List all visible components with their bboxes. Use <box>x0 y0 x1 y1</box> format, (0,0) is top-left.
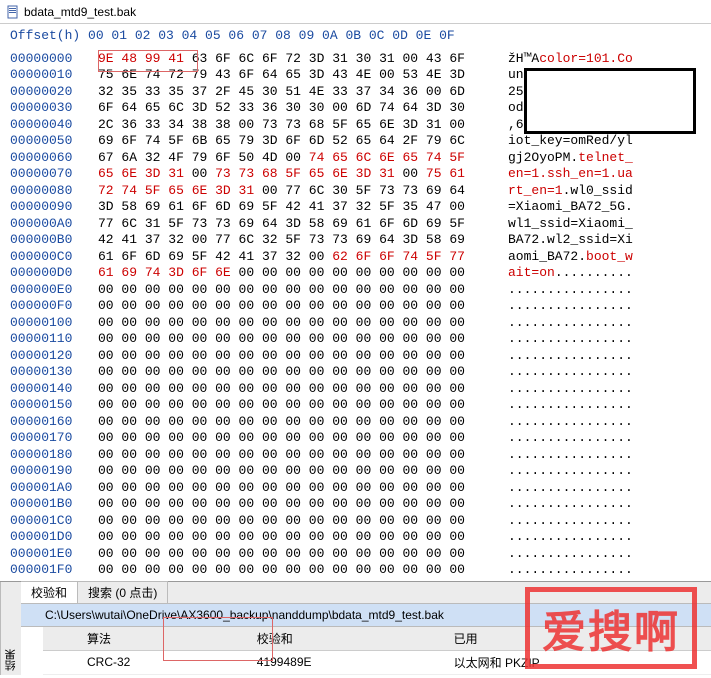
hex-row[interactable]: 0000017000 00 00 00 00 00 00 00 00 00 00… <box>10 430 701 447</box>
hex-row[interactable]: 0000016000 00 00 00 00 00 00 00 00 00 00… <box>10 414 701 431</box>
title-bar: bdata_mtd9_test.bak <box>0 0 711 24</box>
hex-row[interactable]: 000000E000 00 00 00 00 00 00 00 00 00 00… <box>10 282 701 299</box>
hex-row[interactable]: 000001C000 00 00 00 00 00 00 00 00 00 00… <box>10 513 701 530</box>
table-row[interactable]: CRC-32 4199489E 以太网和 PKZIP <box>43 650 711 674</box>
hex-row[interactable]: 000001F000 00 00 00 00 00 00 00 00 00 00… <box>10 562 701 579</box>
file-icon <box>6 5 20 19</box>
hex-row[interactable]: 000001E000 00 00 00 00 00 00 00 00 00 00… <box>10 546 701 563</box>
hex-row[interactable]: 0000015000 00 00 00 00 00 00 00 00 00 00… <box>10 397 701 414</box>
hex-row[interactable]: 000001A000 00 00 00 00 00 00 00 00 00 00… <box>10 480 701 497</box>
hex-row[interactable]: 0000006067 6A 32 4F 79 6F 50 4D 00 74 65… <box>10 150 701 167</box>
checksum-table: 算法 校验和 已用 CRC-32 4199489E 以太网和 PKZIP <box>43 627 711 675</box>
highlight-box-header <box>98 50 198 72</box>
hex-row[interactable]: 0000018000 00 00 00 00 00 00 00 00 00 00… <box>10 447 701 464</box>
results-vertical-tab[interactable]: 结果 <box>0 582 21 675</box>
hex-editor-window: bdata_mtd9_test.bak Offset(h) 00 01 02 0… <box>0 0 711 675</box>
hex-row[interactable]: 0000012000 00 00 00 00 00 00 00 00 00 00… <box>10 348 701 365</box>
tab-search[interactable]: 搜索 (0 点击) <box>78 581 168 603</box>
hex-row[interactable]: 000000D061 69 74 3D 6F 6E 00 00 00 00 00… <box>10 265 701 282</box>
tab-checksum[interactable]: 校验和 <box>21 581 78 603</box>
col-enabled[interactable]: 已用 <box>440 627 711 651</box>
hex-row[interactable]: 0000019000 00 00 00 00 00 00 00 00 00 00… <box>10 463 701 480</box>
results-panel: 结果 校验和 搜索 (0 点击) C:\Users\wutai\OneDrive… <box>0 581 711 675</box>
hex-row[interactable]: 000000B042 41 37 32 00 77 6C 32 5F 73 73… <box>10 232 701 249</box>
file-title: bdata_mtd9_test.bak <box>24 5 136 19</box>
hex-row[interactable]: 000000903D 58 69 61 6F 6D 69 5F 42 41 37… <box>10 199 701 216</box>
tab-bar: 校验和 搜索 (0 点击) <box>21 582 711 604</box>
hex-row[interactable]: 000001D000 00 00 00 00 00 00 00 00 00 00… <box>10 529 701 546</box>
hex-row[interactable]: 0000010000 00 00 00 00 00 00 00 00 00 00… <box>10 315 701 332</box>
hex-row[interactable]: 0000014000 00 00 00 00 00 00 00 00 00 00… <box>10 381 701 398</box>
hex-row[interactable]: 0000008072 74 5F 65 6E 3D 31 00 77 6C 30… <box>10 183 701 200</box>
file-path: C:\Users\wutai\OneDrive\AX3600_backup\na… <box>21 604 711 627</box>
highlight-box-checksum <box>163 617 273 661</box>
hex-row[interactable]: 000000C061 6F 6D 69 5F 42 41 37 32 00 62… <box>10 249 701 266</box>
hex-row[interactable]: 0000013000 00 00 00 00 00 00 00 00 00 00… <box>10 364 701 381</box>
hex-row[interactable]: 000000A077 6C 31 5F 73 73 69 64 3D 58 69… <box>10 216 701 233</box>
redaction-box <box>524 68 696 134</box>
hex-row[interactable]: 0000007065 6E 3D 31 00 73 73 68 5F 65 6E… <box>10 166 701 183</box>
col-blank[interactable] <box>43 627 73 651</box>
hex-row[interactable]: 000000F000 00 00 00 00 00 00 00 00 00 00… <box>10 298 701 315</box>
hex-row[interactable]: 0000005069 6F 74 5F 6B 65 79 3D 6F 6D 52… <box>10 133 701 150</box>
cell-desc: 以太网和 PKZIP <box>440 650 711 674</box>
hex-row[interactable]: 0000011000 00 00 00 00 00 00 00 00 00 00… <box>10 331 701 348</box>
hex-row[interactable]: 000001B000 00 00 00 00 00 00 00 00 00 00… <box>10 496 701 513</box>
